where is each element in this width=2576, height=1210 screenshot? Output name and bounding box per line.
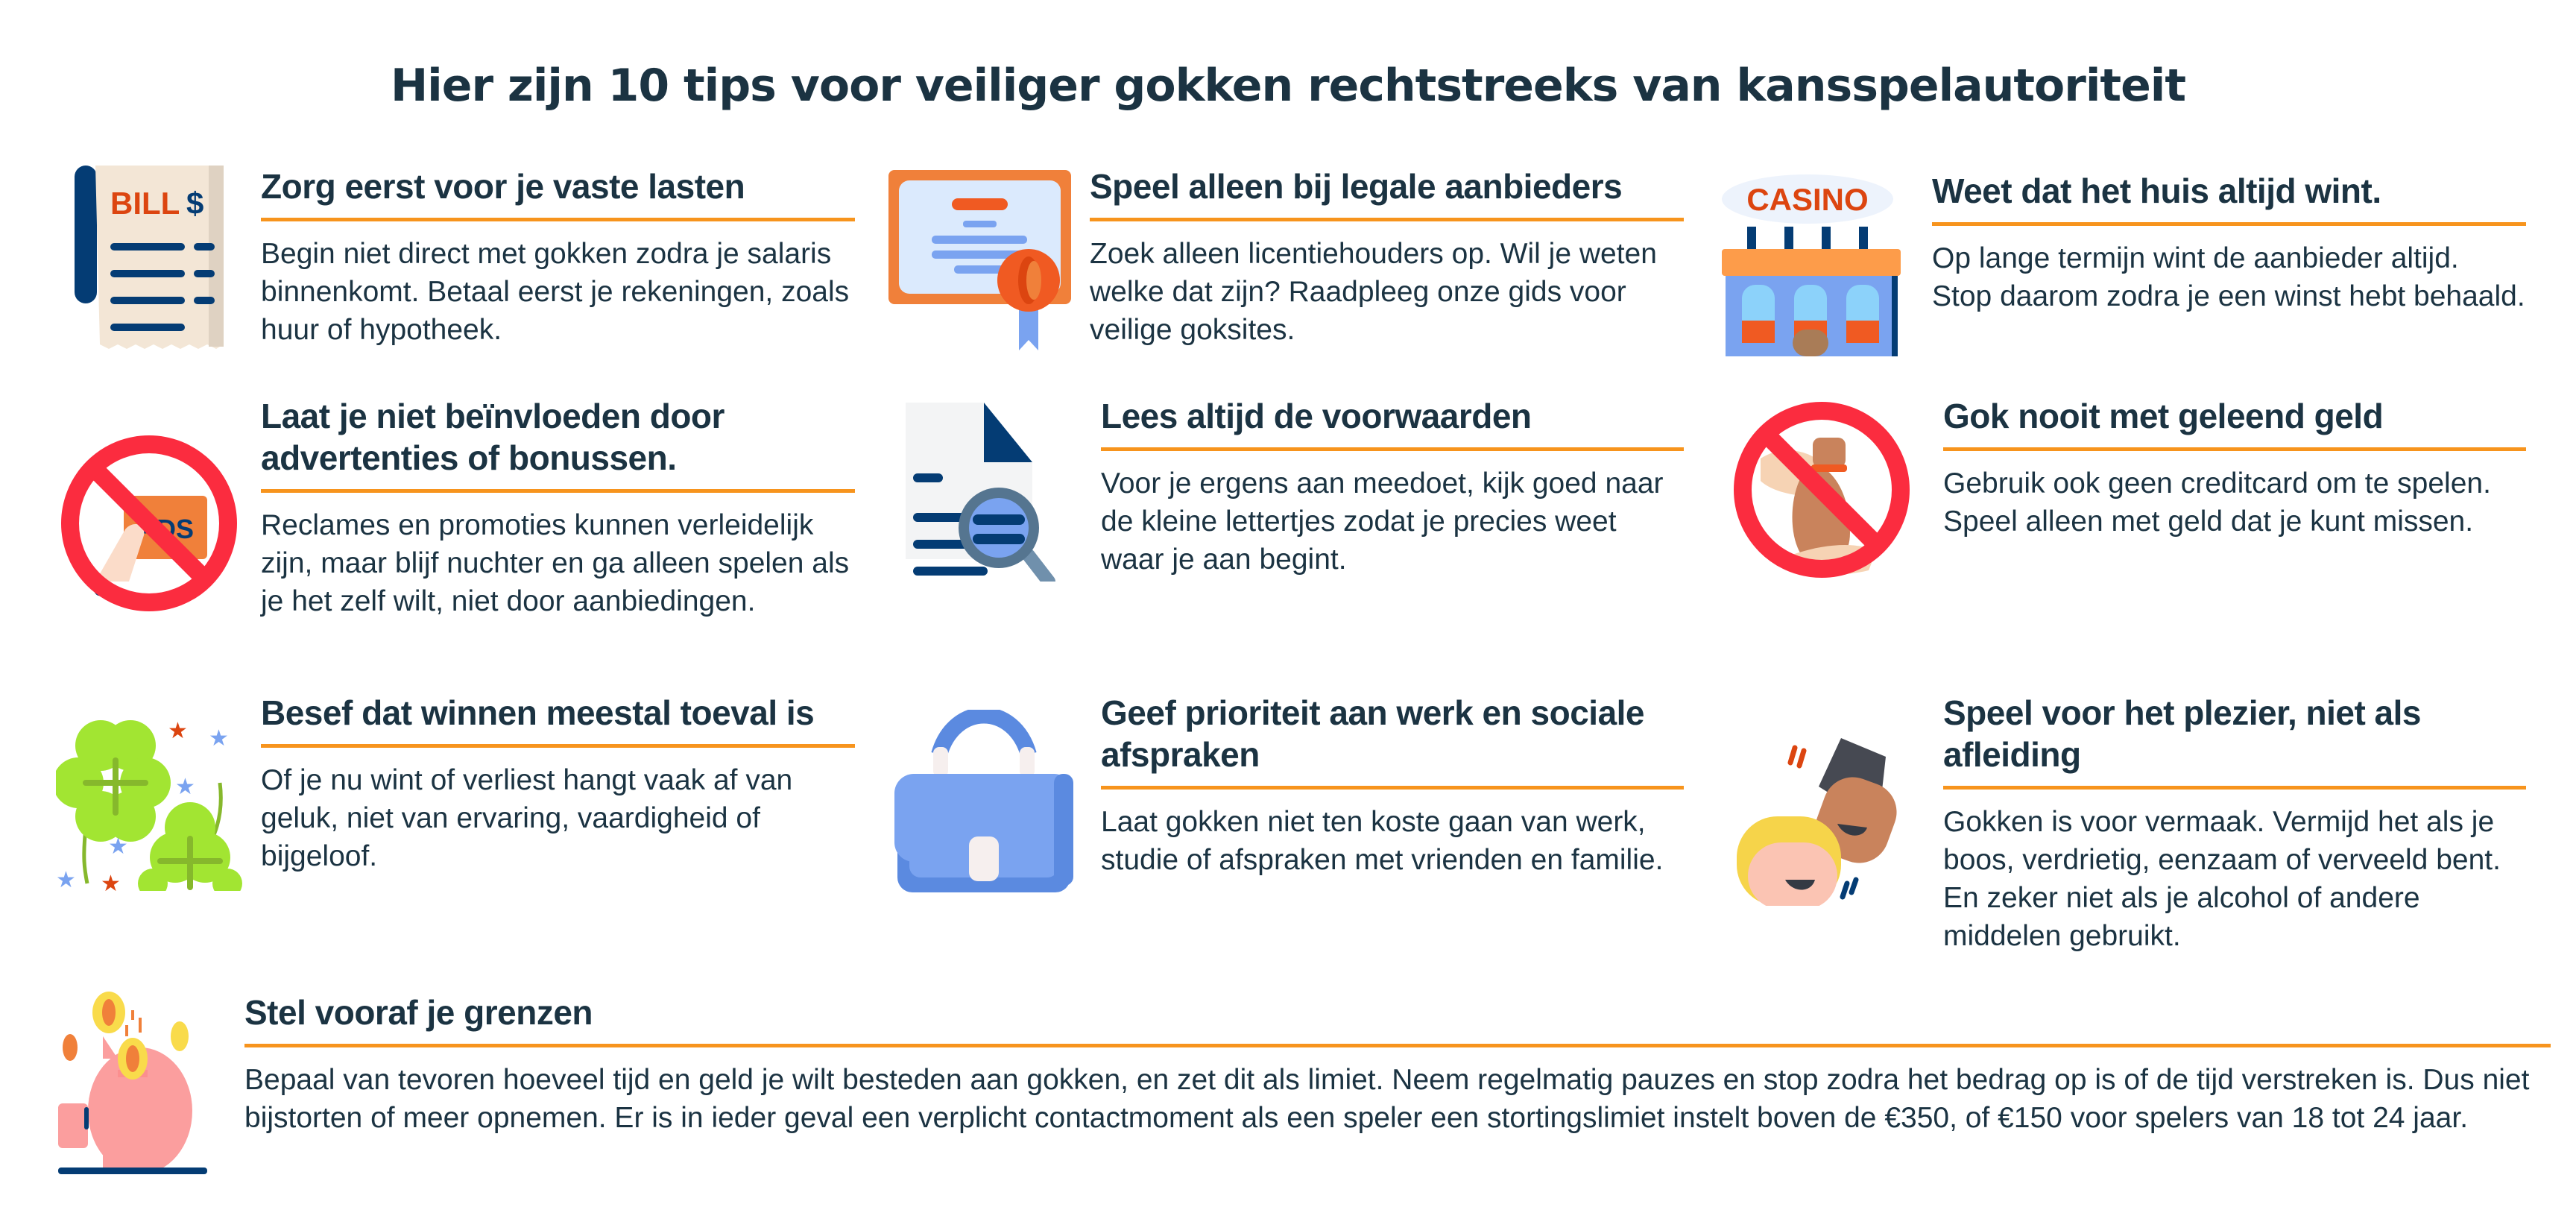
no-borrowed-money-icon	[1731, 399, 1913, 582]
briefcase-icon	[894, 710, 1073, 892]
tip-body: Laat gokken niet ten koste gaan van werk…	[1101, 806, 1664, 876]
tip-text: Lees altijd de voorwaarden Voor je ergen…	[1101, 395, 1684, 579]
tip-heading: Geef prioriteit aan werk en sociale afsp…	[1101, 693, 1645, 774]
page-title: Hier zijn 10 tips voor veiliger gokken r…	[390, 60, 2186, 113]
tip-body: Zoek alleen licentiehouders op. Wil je w…	[1090, 238, 1657, 346]
tip-text: Stel vooraf je grenzen Bepaal van tevore…	[244, 992, 2551, 1137]
svg-text:CASINO: CASINO	[1746, 182, 1868, 217]
tip-heading: Besef dat winnen meestal toeval is	[261, 693, 815, 732]
svg-text:$: $	[186, 186, 203, 221]
heading-divider	[1090, 218, 1684, 221]
tip-heading: Speel alleen bij legale aanbieders	[1090, 167, 1623, 206]
svg-text:BILL: BILL	[110, 186, 180, 221]
tip-text: Weet dat het huis altijd wint. Op lange …	[1932, 170, 2526, 315]
tip-text: Zorg eerst voor je vaste lasten Begin ni…	[261, 166, 855, 349]
svg-text:★: ★	[101, 871, 121, 891]
certificate-icon	[888, 170, 1071, 353]
heading-divider	[1943, 786, 2526, 790]
four-leaf-clover-icon: ★ ★ ★ ★ ★ ★	[56, 708, 242, 891]
tip-text: Besef dat winnen meestal toeval is Of je…	[261, 692, 855, 875]
tip-body: Voor je ergens aan meedoet, kijk goed na…	[1101, 467, 1664, 576]
tip-body: Gebruik ook geen creditcard om te spelen…	[1943, 467, 2491, 538]
svg-text:★: ★	[168, 718, 188, 744]
bill-receipt-icon: BILL $	[75, 166, 231, 352]
heading-divider	[1943, 447, 2526, 451]
tip-body: Begin niet direct met gokken zodra je sa…	[261, 238, 850, 346]
laughing-friends-icon	[1729, 734, 1916, 906]
tip-text: Laat je niet beïnvloeden door advertenti…	[261, 395, 855, 620]
svg-text:★: ★	[108, 834, 128, 860]
heading-divider	[1101, 786, 1684, 790]
piggy-bank-icon	[58, 992, 207, 1174]
heading-divider	[244, 1044, 2551, 1047]
tip-heading: Lees altijd de voorwaarden	[1101, 397, 1532, 435]
tip-heading: Speel voor het plezier, niet als afleidi…	[1943, 693, 2422, 774]
svg-text:★: ★	[56, 867, 76, 891]
tip-body: Bepaal van tevoren hoeveel tijd en geld …	[244, 1064, 2530, 1134]
tip-text: Gok nooit met geleend geld Gebruik ook g…	[1943, 395, 2526, 541]
heading-divider	[261, 489, 855, 493]
svg-text:★: ★	[209, 725, 229, 751]
casino-building-icon: CASINO	[1722, 174, 1901, 357]
tip-heading: Gok nooit met geleend geld	[1943, 397, 2384, 435]
svg-text:★: ★	[175, 774, 195, 800]
tip-heading: Stel vooraf je grenzen	[244, 993, 593, 1032]
tip-text: Speel alleen bij legale aanbieders Zoek …	[1090, 166, 1684, 349]
tip-text: Geef prioriteit aan werk en sociale afsp…	[1101, 692, 1684, 879]
no-ads-icon: ADS	[58, 432, 241, 615]
tip-heading: Zorg eerst voor je vaste lasten	[261, 167, 745, 206]
tip-body: Of je nu wint of verliest hangt vaak af …	[261, 764, 793, 872]
tip-text: Speel voor het plezier, niet als afleidi…	[1943, 692, 2526, 955]
tip-body: Op lange termijn wint de aanbieder altij…	[1932, 242, 2525, 312]
document-search-icon	[906, 403, 1070, 582]
heading-divider	[261, 744, 855, 748]
heading-divider	[1932, 222, 2526, 226]
tip-heading: Weet dat het huis altijd wint.	[1932, 171, 2381, 210]
tip-body: Gokken is voor vermaak. Vermijd het als …	[1943, 806, 2501, 952]
heading-divider	[1101, 447, 1684, 451]
tip-heading: Laat je niet beïnvloeden door advertenti…	[261, 397, 724, 477]
tip-body: Reclames en promoties kunnen verleidelij…	[261, 509, 850, 617]
heading-divider	[261, 218, 855, 221]
